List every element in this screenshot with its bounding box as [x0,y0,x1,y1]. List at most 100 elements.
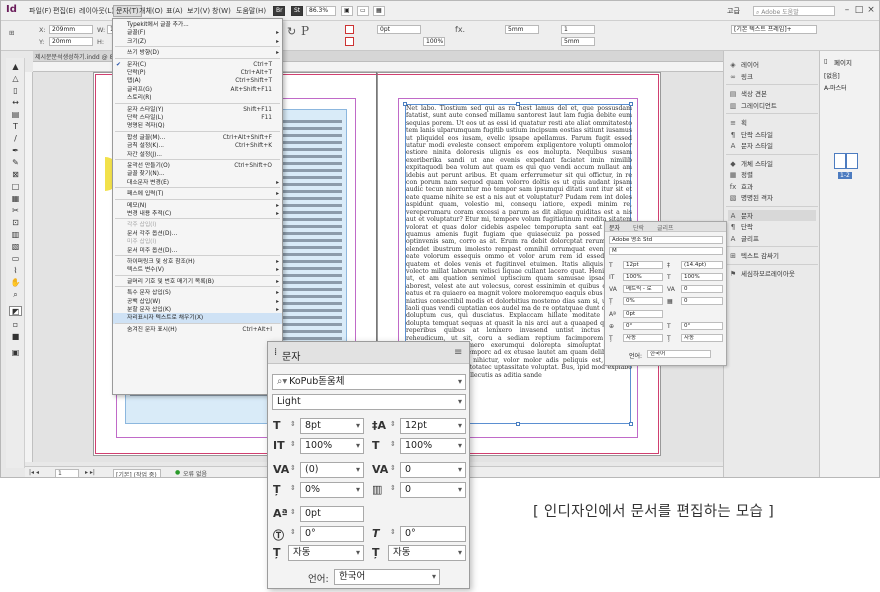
tsume-field[interactable]: 0% ▾ [300,482,364,498]
tab-character[interactable]: 문자 [609,223,620,232]
font-family-select[interactable]: ⌕▾ KoPub돋움체 ▾ [272,374,466,390]
tab-paragraph[interactable]: 단락 [633,223,644,232]
apply-color-icon[interactable]: ■ [9,332,22,342]
pen-tool-icon[interactable]: ✒ [9,146,22,156]
hand-tool-icon[interactable]: ✋ [9,278,22,288]
frame-style-select[interactable]: [기본 텍스트 프레임]+ [731,25,817,34]
screen-mode-icon[interactable]: ▭ [357,6,369,16]
menu-view[interactable]: 보기(V) [187,6,210,16]
skew-stepper[interactable]: ⇕ [390,528,396,536]
panel-dock-item[interactable]: fx 효과 [728,181,816,192]
small-font-select[interactable]: Adobe 명조 Std [609,236,723,244]
aki-field[interactable]: 0 ▾ [400,482,466,498]
font-size-stepper[interactable]: ⇕ [290,420,296,428]
panel-dock-item[interactable]: ¶ 단락 스타일 [728,129,816,140]
panel-dock-item[interactable]: ▥ 그레이디언트 [728,100,816,111]
panel-dock-item[interactable]: A 문자 스타일 [728,140,816,151]
vertical-ruler[interactable] [25,72,33,462]
document-tab[interactable]: 제시문분석생성하기.indd @ 86% [35,52,123,61]
small-leading-field[interactable]: (14.4pt) [681,261,723,269]
aki-before-select[interactable]: 자동 ▾ [288,545,364,561]
rectangle-tool-icon[interactable]: □ [9,182,22,192]
fill-swatch-icon[interactable] [345,25,354,34]
stroke-weight-field[interactable]: 0pt [377,25,421,34]
char-panel-title[interactable]: 문자 [282,348,300,363]
view-options-icon[interactable]: ▣ [341,6,353,16]
small-aki-field[interactable]: 0 [681,297,723,305]
help-search-input[interactable]: ⌕ Adobe 도움말 [753,6,835,16]
panel-dock-item[interactable]: ≡ 획 [728,117,816,128]
font-size-field[interactable]: 8pt ▾ [300,418,364,434]
small-baseline-field[interactable]: 0pt [623,310,663,318]
panel-dock-item[interactable]: ¶ 단락 [728,221,816,232]
small-rotate-field[interactable]: 0° [623,322,663,330]
fx-icon[interactable]: fx. [455,25,465,34]
type-menu-item[interactable]: 숨겨진 문자 표시(H) Ctrl+Alt+I [113,325,282,335]
small-size-field[interactable]: 12pt [623,261,663,269]
language-select[interactable]: 한국어 ▾ [334,569,440,585]
screen-mode-tool-icon[interactable]: ▣ [9,348,22,358]
small-kerning-field[interactable]: 메트릭 - 로 [623,285,663,293]
tsume-stepper[interactable]: ⇕ [290,484,296,492]
vertical-scale-stepper[interactable]: ⇕ [290,440,296,448]
tracking-field[interactable]: 0 ▾ [400,462,466,478]
pages-panel-title[interactable]: 페이지 [834,57,852,67]
small-style-select[interactable]: M [609,247,723,255]
menu-help[interactable]: 도움말(H) [236,6,266,16]
tab-glyphs[interactable]: 글리프 [657,223,674,232]
gradient-feather-tool-icon[interactable]: ▧ [9,242,22,252]
pages-none-master[interactable]: [없음] [824,71,840,80]
character-rotation-field[interactable]: 0° [300,526,364,542]
zoom-tool-icon[interactable]: ⌕ [9,290,22,300]
aki-stepper[interactable]: ⇕ [390,484,396,492]
small-language-select[interactable]: 한국어 [647,350,711,358]
small-vscale-field[interactable]: 100% [623,273,663,281]
horizontal-scale-field[interactable]: 100% ▾ [400,438,466,454]
zoom-field[interactable]: 86.3% [306,6,336,16]
rotate-icon[interactable]: ↻ [287,25,296,38]
leading-stepper[interactable]: ⇕ [390,420,396,428]
panel-menu-icon[interactable]: ≡ [454,347,462,358]
line-tool-icon[interactable]: / [9,134,22,144]
page-number-field[interactable]: 1 [55,469,79,477]
small-hscale-field[interactable]: 100% [681,273,723,281]
panel-dock-item[interactable]: ▧ 명명된 격자 [728,192,816,203]
pencil-tool-icon[interactable]: ✎ [9,158,22,168]
reference-point-icon[interactable]: ⊞ [9,29,14,37]
small-aki-before-select[interactable]: 자동 [623,334,663,342]
page-thumb-left[interactable] [834,153,846,169]
y-field[interactable]: 20mm [49,37,93,46]
leading-field[interactable]: 12pt ▾ [400,418,466,434]
small-skew-field[interactable]: 0° [681,322,723,330]
tracking-stepper[interactable]: ⇕ [390,464,396,472]
baseline-shift-field[interactable]: 0pt [300,506,364,522]
minimize-icon[interactable]: – [841,4,853,16]
aki-after-select[interactable]: 자동 ▾ [388,545,466,561]
inset-field[interactable]: 5mm [561,37,595,46]
menu-layout[interactable]: 레이아웃(L) [79,6,114,16]
gradient-tool-icon[interactable]: ▥ [9,230,22,240]
page-tool-icon[interactable]: ▯ [9,86,22,96]
note-tool-icon[interactable]: ▭ [9,254,22,264]
panel-dock-item[interactable]: ◆ 개체 스타일 [728,158,816,169]
menu-edit[interactable]: 편집(E) [53,6,76,16]
panel-dock-item[interactable]: ◈ 레이어 [728,59,816,70]
small-tsume-field[interactable]: 0% [623,297,663,305]
columns-field[interactable]: 1 [561,25,595,34]
menu-file[interactable]: 파일(F) [29,6,51,16]
scissors-tool-icon[interactable]: ✂ [9,206,22,216]
page-thumb-right[interactable] [846,153,858,169]
horizontal-scale-stepper[interactable]: ⇕ [390,440,396,448]
close-icon[interactable]: × [865,4,877,16]
pages-a-master[interactable]: A-마스터 [824,83,847,92]
stroke-swatch-icon[interactable] [345,37,354,46]
maximize-icon[interactable]: □ [853,4,865,16]
arrange-icon[interactable]: ▦ [373,6,385,16]
panel-dock-item[interactable]: ⊞ 텍스트 감싸기 [728,250,816,261]
content-collector-icon[interactable]: ▤ [9,110,22,120]
direct-selection-tool-icon[interactable]: △ [9,74,22,84]
first-page-icon[interactable]: |◂ ◂ [29,469,39,476]
rotation-stepper[interactable]: ⇕ [290,528,296,536]
preflight-profile[interactable]: [기본] (작업 중) [113,469,161,477]
grid-tool-icon[interactable]: ▦ [9,194,22,204]
